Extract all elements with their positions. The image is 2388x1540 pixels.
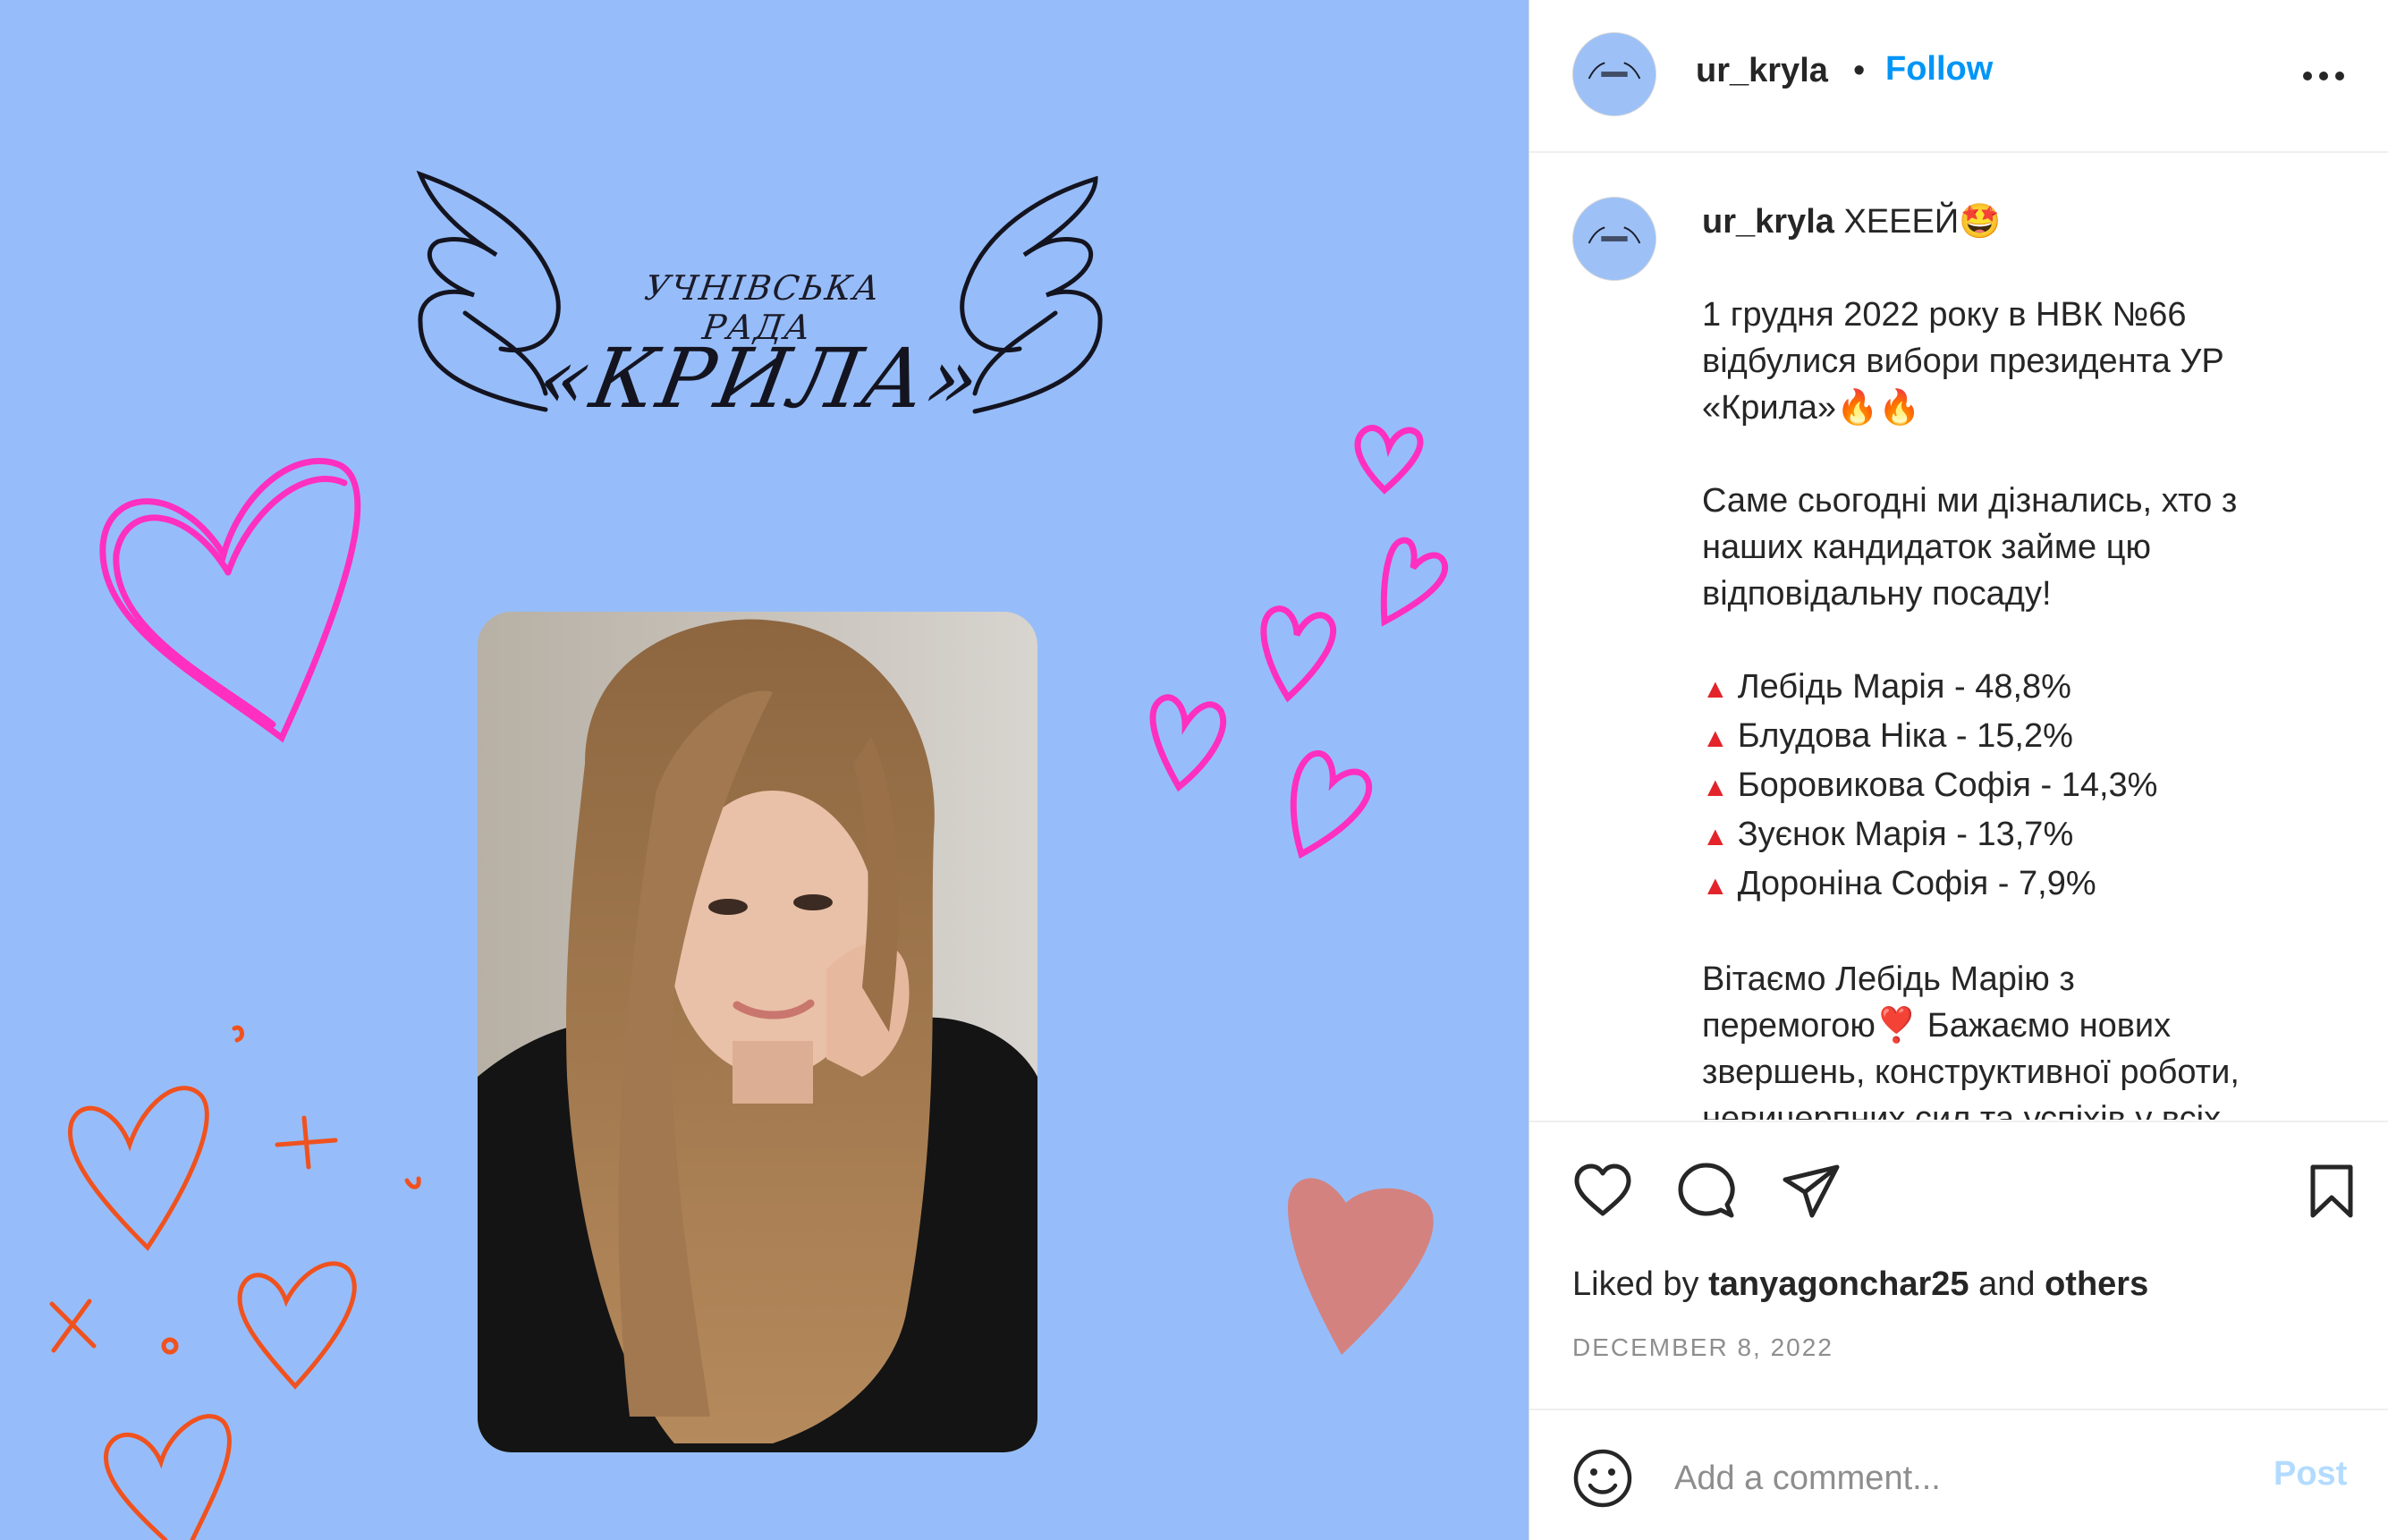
- hearts-right-magenta: [1149, 425, 1449, 859]
- portrait-photo: [478, 612, 1037, 1452]
- post-image[interactable]: УЧНІВСЬКА РАДА «КРИЛА»: [0, 0, 1528, 1540]
- likes-middle: and: [1978, 1265, 2036, 1303]
- caption-avatar[interactable]: [1572, 197, 1656, 281]
- result-item: ▲ Блудова Ніка - 15,2%: [1702, 717, 2073, 755]
- likes-summary: Liked by tanyagonchar25 and others: [1572, 1265, 2148, 1304]
- liked-by-user[interactable]: tanyagonchar25: [1708, 1265, 1969, 1303]
- more-horizontal-icon[interactable]: [2297, 54, 2350, 98]
- caption-line: «Крила»🔥🔥: [1702, 389, 1921, 427]
- header-separator: •: [1853, 52, 1866, 89]
- comment-icon[interactable]: [1675, 1160, 1738, 1223]
- post-actions: Liked by tanyagonchar25 and others DECEM…: [1529, 1121, 2388, 1540]
- comment-bar: Post: [1529, 1409, 2388, 1540]
- result-item: ▲ Доронiна Софiя - 7,9%: [1702, 865, 2096, 902]
- result-item: ▲ Зуєнок Марія - 13,7%: [1702, 816, 2074, 853]
- comment-input[interactable]: [1674, 1443, 2229, 1514]
- heart-left-magenta: [99, 458, 361, 743]
- post-button[interactable]: Post: [2274, 1455, 2347, 1493]
- heart-salmon: [1288, 1178, 1434, 1355]
- avatar[interactable]: [1572, 32, 1656, 116]
- caption-area: ur_kryla ХЕЕЕЙ🤩 1 грудня 2022 року в НВК…: [1529, 154, 2388, 1120]
- share-icon[interactable]: [1780, 1160, 1842, 1223]
- red-triangle-icon: ▲: [1702, 723, 1729, 753]
- heart-icon[interactable]: [1571, 1160, 1634, 1223]
- likes-others[interactable]: others: [2045, 1265, 2148, 1303]
- red-triangle-icon: ▲: [1702, 871, 1729, 901]
- result-item: ▲ Боровикова Софія - 14,3%: [1702, 766, 2158, 804]
- post-details-panel: ur_kryla • Follow ur_kryla ХЕЕЕЙ🤩 1 груд…: [1528, 0, 2388, 1540]
- caption-line: відбулися вибори президента УР: [1702, 343, 2224, 380]
- red-triangle-icon: ▲: [1702, 674, 1729, 704]
- hearts-orange: [49, 1025, 421, 1540]
- caption-line: відповідальну посаду!: [1702, 575, 2052, 613]
- follow-button[interactable]: Follow: [1885, 50, 1993, 89]
- caption-first-line: ХЕЕЕЙ🤩: [1843, 203, 2002, 241]
- caption-line: звершень, конструктивної роботи,: [1702, 1053, 2240, 1091]
- post-date[interactable]: DECEMBER 8, 2022: [1572, 1333, 1833, 1362]
- caption-line: перемогою❣️ Бажаємо нових: [1702, 1007, 2172, 1045]
- caption-line: Саме сьогодні ми дізнались, хто з: [1702, 482, 2238, 520]
- caption-line: 1 грудня 2022 року в НВК №66: [1702, 296, 2187, 334]
- caption-line: Вітаємо Лебідь Марію з: [1702, 960, 2075, 998]
- post-header: ur_kryla • Follow: [1529, 0, 2388, 153]
- red-triangle-icon: ▲: [1702, 822, 1729, 851]
- header-username[interactable]: ur_kryla: [1696, 52, 1828, 90]
- emoji-icon[interactable]: [1571, 1446, 1635, 1510]
- caption-line: невичерпних сил та успіхів у всіх: [1702, 1100, 2222, 1120]
- logo-line-2: «КРИЛА»: [530, 331, 990, 427]
- post-caption: ur_kryla ХЕЕЕЙ🤩 1 грудня 2022 року в НВК…: [1702, 199, 2346, 1120]
- bookmark-icon[interactable]: [2300, 1160, 2363, 1223]
- likes-prefix: Liked by: [1572, 1265, 1699, 1303]
- result-item: ▲ Лебідь Марія - 48,8%: [1702, 668, 2071, 706]
- caption-line: наших кандидаток займе цю: [1702, 529, 2151, 566]
- red-triangle-icon: ▲: [1702, 773, 1729, 802]
- caption-username[interactable]: ur_kryla: [1702, 203, 1834, 241]
